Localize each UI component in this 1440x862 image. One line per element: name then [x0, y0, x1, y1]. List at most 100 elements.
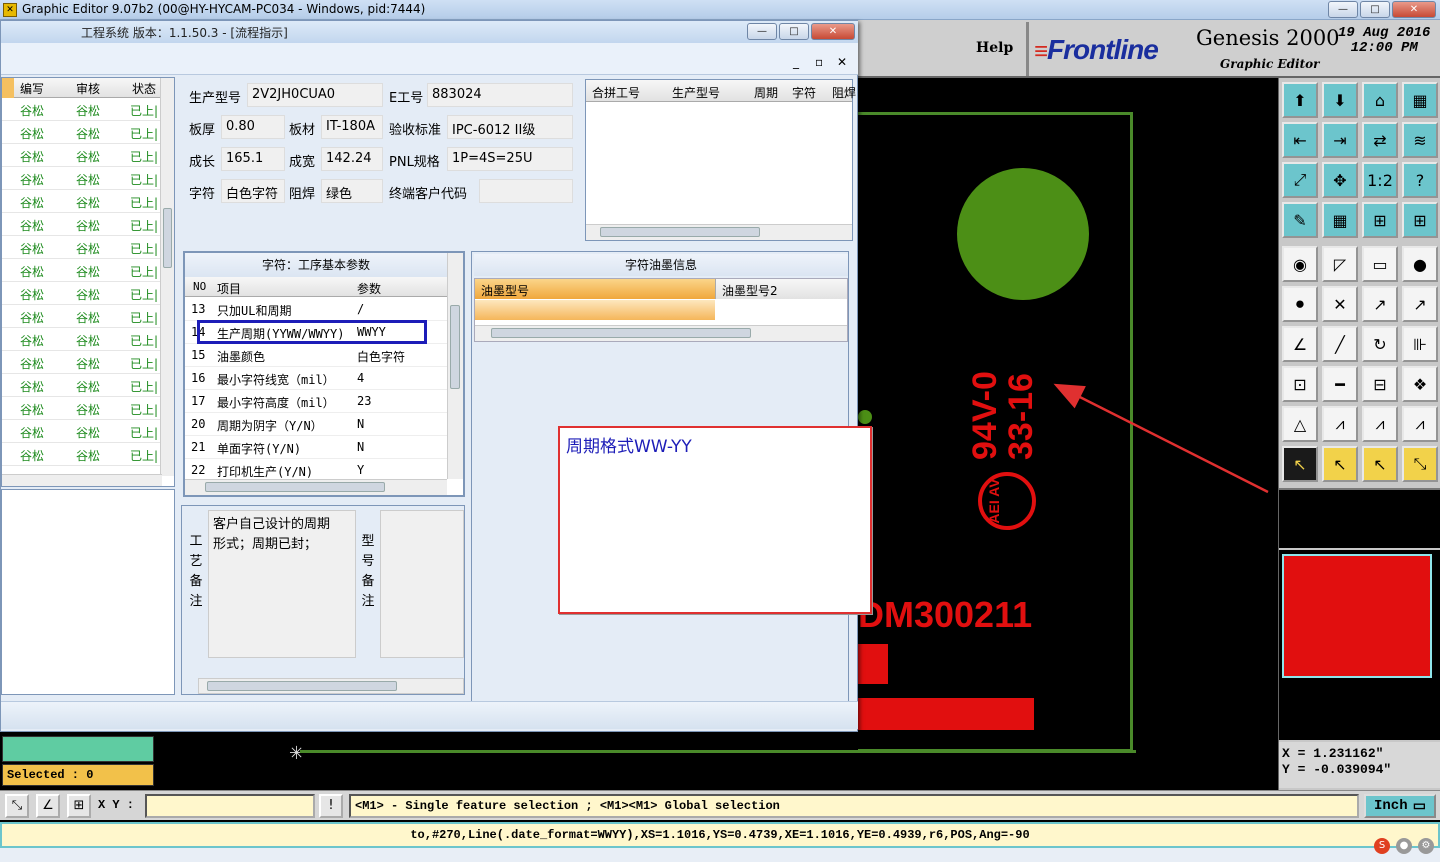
- params-vscroll[interactable]: [447, 253, 463, 479]
- main-close-button[interactable]: ✕: [1392, 1, 1436, 18]
- ink-row-selected[interactable]: [475, 300, 715, 320]
- tray-mic-icon[interactable]: ●: [1396, 838, 1412, 854]
- col-char[interactable]: 字符: [792, 84, 816, 101]
- move-left-icon[interactable]: ⇤: [1282, 122, 1318, 158]
- job-list-row[interactable]: 谷松 谷松 已上|: [2, 443, 162, 466]
- job-list-vscroll[interactable]: [160, 78, 174, 476]
- mdi-restore-button[interactable]: ▫: [815, 55, 823, 69]
- select-lasso-icon[interactable]: ↖: [1362, 446, 1398, 482]
- combined-jobs-hscroll[interactable]: [586, 224, 852, 240]
- group-icon[interactable]: ❖: [1402, 366, 1438, 402]
- ink-hscroll[interactable]: [475, 325, 847, 341]
- col-status[interactable]: 状态: [132, 80, 156, 97]
- job-list-row[interactable]: 谷松 谷松 已上|: [2, 420, 162, 443]
- thickness-value[interactable]: 0.80: [221, 115, 285, 139]
- move-right-icon[interactable]: ⇥: [1322, 122, 1358, 158]
- dialog-close-button[interactable]: ✕: [811, 23, 855, 40]
- job-list-row[interactable]: 谷松 谷松 已上|: [2, 190, 162, 213]
- arc-alt2-icon[interactable]: ⩘: [1402, 406, 1438, 442]
- board-canvas[interactable]: 94V-0 33-16 AEI AV DM300211: [858, 78, 1278, 790]
- angle-icon[interactable]: ∠: [1282, 326, 1318, 362]
- pnl-value[interactable]: 1P=4S=25U: [447, 147, 573, 171]
- pan-icon[interactable]: ✥: [1322, 162, 1358, 198]
- layers-icon[interactable]: ⊞: [1362, 202, 1398, 238]
- param-row[interactable]: 16 最小字符线宽（mil） 4: [185, 367, 447, 390]
- resize-icon[interactable]: ⤡: [1402, 446, 1438, 482]
- measure-icon[interactable]: ∠: [36, 794, 60, 818]
- layers-alt-icon[interactable]: ⊞: [1402, 202, 1438, 238]
- job-list-row[interactable]: 谷松 谷松 已上|: [2, 213, 162, 236]
- job-list-row[interactable]: 谷松 谷松 已上|: [2, 121, 162, 144]
- node-icon[interactable]: ⚫: [1282, 286, 1318, 322]
- col-writer[interactable]: 编写: [20, 80, 44, 97]
- move-down-icon[interactable]: ⬇: [1322, 82, 1358, 118]
- delete-icon[interactable]: ✕: [1322, 286, 1358, 322]
- select-icon[interactable]: ↖: [1282, 446, 1318, 482]
- model-value[interactable]: 2V2JH0CUA0: [247, 83, 383, 107]
- wave-icon[interactable]: ≋: [1402, 122, 1438, 158]
- material-value[interactable]: IT-180A: [321, 115, 383, 139]
- fit-icon[interactable]: ⤢: [1282, 162, 1318, 198]
- col-ink-model[interactable]: 油墨型号: [475, 279, 715, 299]
- edit-icon[interactable]: ✎: [1282, 202, 1318, 238]
- help-button[interactable]: Help: [976, 40, 1013, 56]
- main-maximize-button[interactable]: □: [1360, 1, 1390, 18]
- grid-snap-icon[interactable]: ⊞: [67, 794, 91, 818]
- select-box-icon[interactable]: ↖: [1322, 446, 1358, 482]
- polygon-icon[interactable]: ◸: [1322, 246, 1358, 282]
- col-mask[interactable]: 阻焊: [832, 84, 856, 101]
- job-list-row[interactable]: 谷松 谷松 已上|: [2, 282, 162, 305]
- param-row[interactable]: 17 最小字符高度（mil） 23: [185, 390, 447, 413]
- job-list-row[interactable]: 谷松 谷松 已上|: [2, 351, 162, 374]
- units-select[interactable]: Inch ▭: [1364, 794, 1436, 818]
- grid-icon[interactable]: ▦: [1322, 202, 1358, 238]
- mirror-icon[interactable]: ⊟: [1362, 366, 1398, 402]
- param-row[interactable]: 20 周期为阴字（Y/N） N: [185, 413, 447, 436]
- ruler-icon[interactable]: ▭: [1362, 246, 1398, 282]
- layer-grid-icon[interactable]: ▦: [1402, 82, 1438, 118]
- split-icon[interactable]: ⊪: [1402, 326, 1438, 362]
- vector-alt-icon[interactable]: ↗: [1402, 286, 1438, 322]
- arc-icon[interactable]: ⩘: [1322, 406, 1358, 442]
- params-hscroll[interactable]: [185, 479, 447, 495]
- circle-icon[interactable]: ●: [1402, 246, 1438, 282]
- triangle-icon[interactable]: △: [1282, 406, 1318, 442]
- vector-icon[interactable]: ↗: [1362, 286, 1398, 322]
- move-up-icon[interactable]: ⬆: [1282, 82, 1318, 118]
- col-ink-model-2[interactable]: 油墨型号2: [715, 279, 847, 299]
- job-list-row[interactable]: 谷松 谷松 已上|: [2, 374, 162, 397]
- mdi-close-button[interactable]: ✕: [837, 55, 847, 69]
- mdi-minimize-button[interactable]: _: [793, 55, 799, 69]
- col-model[interactable]: 生产型号: [672, 84, 720, 101]
- eno-value[interactable]: 883024: [427, 83, 573, 107]
- scale-icon[interactable]: 1:2: [1362, 162, 1398, 198]
- line-icon[interactable]: ╱: [1322, 326, 1358, 362]
- bar-icon[interactable]: ━: [1322, 366, 1358, 402]
- main-minimize-button[interactable]: —: [1328, 1, 1358, 18]
- swap-icon[interactable]: ⇄: [1362, 122, 1398, 158]
- char-value[interactable]: 白色字符: [221, 179, 285, 203]
- col-no[interactable]: NO: [193, 280, 206, 293]
- job-list-row[interactable]: 谷松 谷松 已上|: [2, 167, 162, 190]
- tray-s-icon[interactable]: S: [1374, 838, 1390, 854]
- mask-value[interactable]: 绿色: [321, 179, 383, 203]
- col-item[interactable]: 项目: [217, 280, 241, 297]
- xy-input[interactable]: [145, 794, 315, 818]
- job-list-row[interactable]: 谷松 谷松 已上|: [2, 397, 162, 420]
- home-icon[interactable]: ⌂: [1362, 82, 1398, 118]
- param-row[interactable]: 15 油墨颜色 白色字符: [185, 344, 447, 367]
- col-reviewer[interactable]: 审核: [76, 80, 100, 97]
- job-list-row[interactable]: 谷松 谷松 已上|: [2, 305, 162, 328]
- param-row[interactable]: 21 单面字符(Y/N) N: [185, 436, 447, 459]
- process-remark-text[interactable]: 客户自己设计的周期形式；周期已封；: [208, 510, 356, 658]
- layer-indicator[interactable]: [2, 736, 154, 762]
- alert-icon[interactable]: !: [319, 794, 343, 818]
- dialog-maximize-button[interactable]: □: [779, 23, 809, 40]
- remarks-hscroll[interactable]: [198, 678, 464, 694]
- tray-gear-icon[interactable]: ⚙: [1418, 838, 1434, 854]
- help-icon[interactable]: ?: [1402, 162, 1438, 198]
- col-combined-job[interactable]: 合拼工号: [592, 84, 640, 101]
- col-period[interactable]: 周期: [754, 84, 778, 101]
- job-list-row[interactable]: 谷松 谷松 已上|: [2, 98, 162, 121]
- job-list-row[interactable]: 谷松 谷松 已上|: [2, 328, 162, 351]
